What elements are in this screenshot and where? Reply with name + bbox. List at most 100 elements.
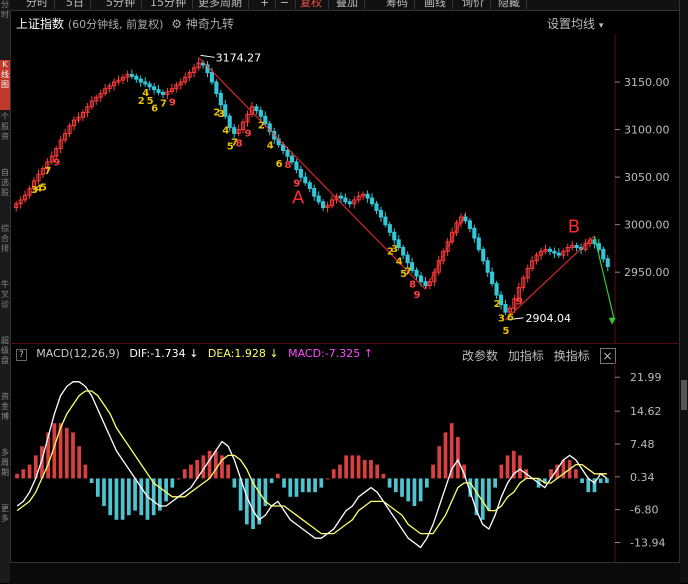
top-tab-2[interactable]: 5分钟 (100, 0, 142, 9)
top-tab-4[interactable]: 更多周期 (192, 0, 249, 9)
switch-indicator-button[interactable]: 换指标 (554, 349, 590, 363)
macd-bar (294, 478, 299, 497)
macd-bar (282, 478, 286, 488)
macd-bar (120, 478, 125, 520)
macd-bar (598, 478, 603, 483)
macd-bar (369, 460, 373, 479)
top-tab-8[interactable]: 叠加 (330, 0, 365, 9)
set-ma-label: 设置均线 (547, 17, 596, 31)
index-title: 上证指数 (16, 17, 65, 31)
top-tab-3[interactable]: 15分钟 (144, 0, 193, 9)
top-tab-1[interactable]: 5日 (60, 0, 91, 9)
nine-turn-label: 9 (245, 128, 252, 139)
left-tab-7[interactable]: 资金博 (0, 392, 10, 442)
macd-bar (95, 478, 100, 497)
left-tab-8[interactable]: 多周期 (0, 448, 10, 498)
macd-dif: DIF:-1.734 (129, 347, 186, 360)
candle-body (312, 188, 317, 197)
high-price-label: 3174.27 (216, 51, 262, 64)
macd-bar (406, 478, 411, 502)
macd-bar (108, 478, 113, 516)
candle-body (423, 281, 428, 287)
top-tab-9[interactable]: 筹码 (380, 0, 415, 9)
candle-body (369, 197, 375, 205)
nine-turn-label: 8 (285, 160, 292, 171)
macd-bar (21, 469, 26, 479)
top-tab-7[interactable]: 复权 (294, 0, 329, 9)
pane-divider (10, 343, 680, 344)
nine-turn-label: 2 (258, 120, 265, 131)
top-tab-0[interactable]: 分时 (20, 0, 55, 9)
price-tick-label: 3150.00 (624, 76, 670, 89)
macd-chart[interactable]: 21.99 14.62 7.48 0.34 -6.80 -13.94 (10, 362, 680, 562)
macd-bar (133, 478, 137, 511)
candle-body (387, 224, 392, 233)
macd-bar (269, 478, 274, 483)
candle-body (321, 201, 326, 209)
left-tab-4[interactable]: 综合排 (0, 224, 10, 274)
high-pointer (200, 54, 215, 58)
macd-bar (15, 473, 19, 479)
nine-turn-label: 2 (494, 299, 501, 310)
macd-bar (300, 478, 305, 493)
candle-body (209, 72, 214, 83)
left-tab-0[interactable]: 分时 (0, 0, 10, 50)
macd-tick-label: -13.94 (630, 537, 665, 550)
change-params-button[interactable]: 改参数 (462, 349, 498, 363)
left-tab-1[interactable]: K线图 (0, 60, 10, 110)
macd-bar (356, 455, 361, 479)
nine-turn-label: 6 (507, 312, 514, 323)
macd-header: ? MACD(12,26,9) DIF:-1.734 ↓ DEA:1.928 ↓… (16, 347, 379, 361)
top-tab-10[interactable]: 画线 (418, 0, 453, 9)
top-tab-6[interactable]: − (274, 0, 297, 9)
top-tab-11[interactable]: 询价 (456, 0, 491, 9)
macd-bar (170, 478, 175, 488)
left-tab-5[interactable]: 牛叉诊 (0, 280, 10, 330)
macd-bar (226, 464, 231, 479)
candle-body (138, 78, 143, 83)
nine-turn-label: 5 (502, 326, 509, 337)
candle-body (254, 106, 259, 112)
nine-turn-label: 4 (396, 256, 403, 267)
scrollbar-thumb[interactable] (681, 380, 687, 410)
candle-body (414, 269, 419, 277)
nine-turn-label: 5 (40, 183, 47, 194)
macd-bar (412, 478, 417, 506)
nine-turn-toggle[interactable]: 神奇九转 (186, 17, 234, 31)
macd-bar (71, 432, 75, 479)
nine-turn-label: 9 (293, 179, 300, 190)
add-indicator-button[interactable]: 加指标 (508, 349, 544, 363)
chevron-down-icon: ▾ (598, 21, 604, 31)
dea-arrow: ↓ (269, 347, 279, 360)
left-tab-3[interactable]: 自选股 (0, 168, 10, 218)
candle-body (281, 144, 286, 151)
candle-body (129, 73, 134, 77)
candle-body (552, 250, 557, 254)
macd-bar (126, 478, 131, 516)
candle-body (383, 216, 388, 226)
macd-settings-icon[interactable]: ? (16, 349, 27, 361)
gear-icon[interactable]: ⚙ (171, 17, 182, 31)
macd-bar (213, 450, 218, 479)
macd-bar (288, 478, 293, 497)
nine-turn-label: 7 (405, 267, 412, 278)
candle-body (556, 252, 561, 256)
candle-body (232, 127, 237, 134)
nine-turn-label: 3 (218, 109, 225, 120)
top-tab-12[interactable]: 隐藏 (492, 0, 527, 9)
price-chart[interactable]: 3150.00 3100.00 3050.00 3000.00 2950.00 3174.… (10, 34, 680, 344)
top-tab-5[interactable]: + (254, 0, 277, 9)
macd-bar (424, 478, 429, 488)
left-tab-9[interactable]: 更多 (0, 504, 10, 554)
macd-bar (313, 478, 317, 493)
left-tab-2[interactable]: 个股资 (0, 112, 10, 162)
macd-bar (27, 464, 32, 479)
macd-bar (89, 478, 94, 483)
scrollbar[interactable] (679, 0, 688, 583)
macd-bar (139, 478, 144, 516)
set-ma-button[interactable]: 设置均线 ▾ (547, 15, 603, 32)
nine-turn-label: 9 (53, 158, 60, 169)
left-tab-6[interactable]: 超级盘 (0, 336, 10, 386)
macd-bar (232, 478, 237, 488)
candle-body (285, 149, 290, 157)
